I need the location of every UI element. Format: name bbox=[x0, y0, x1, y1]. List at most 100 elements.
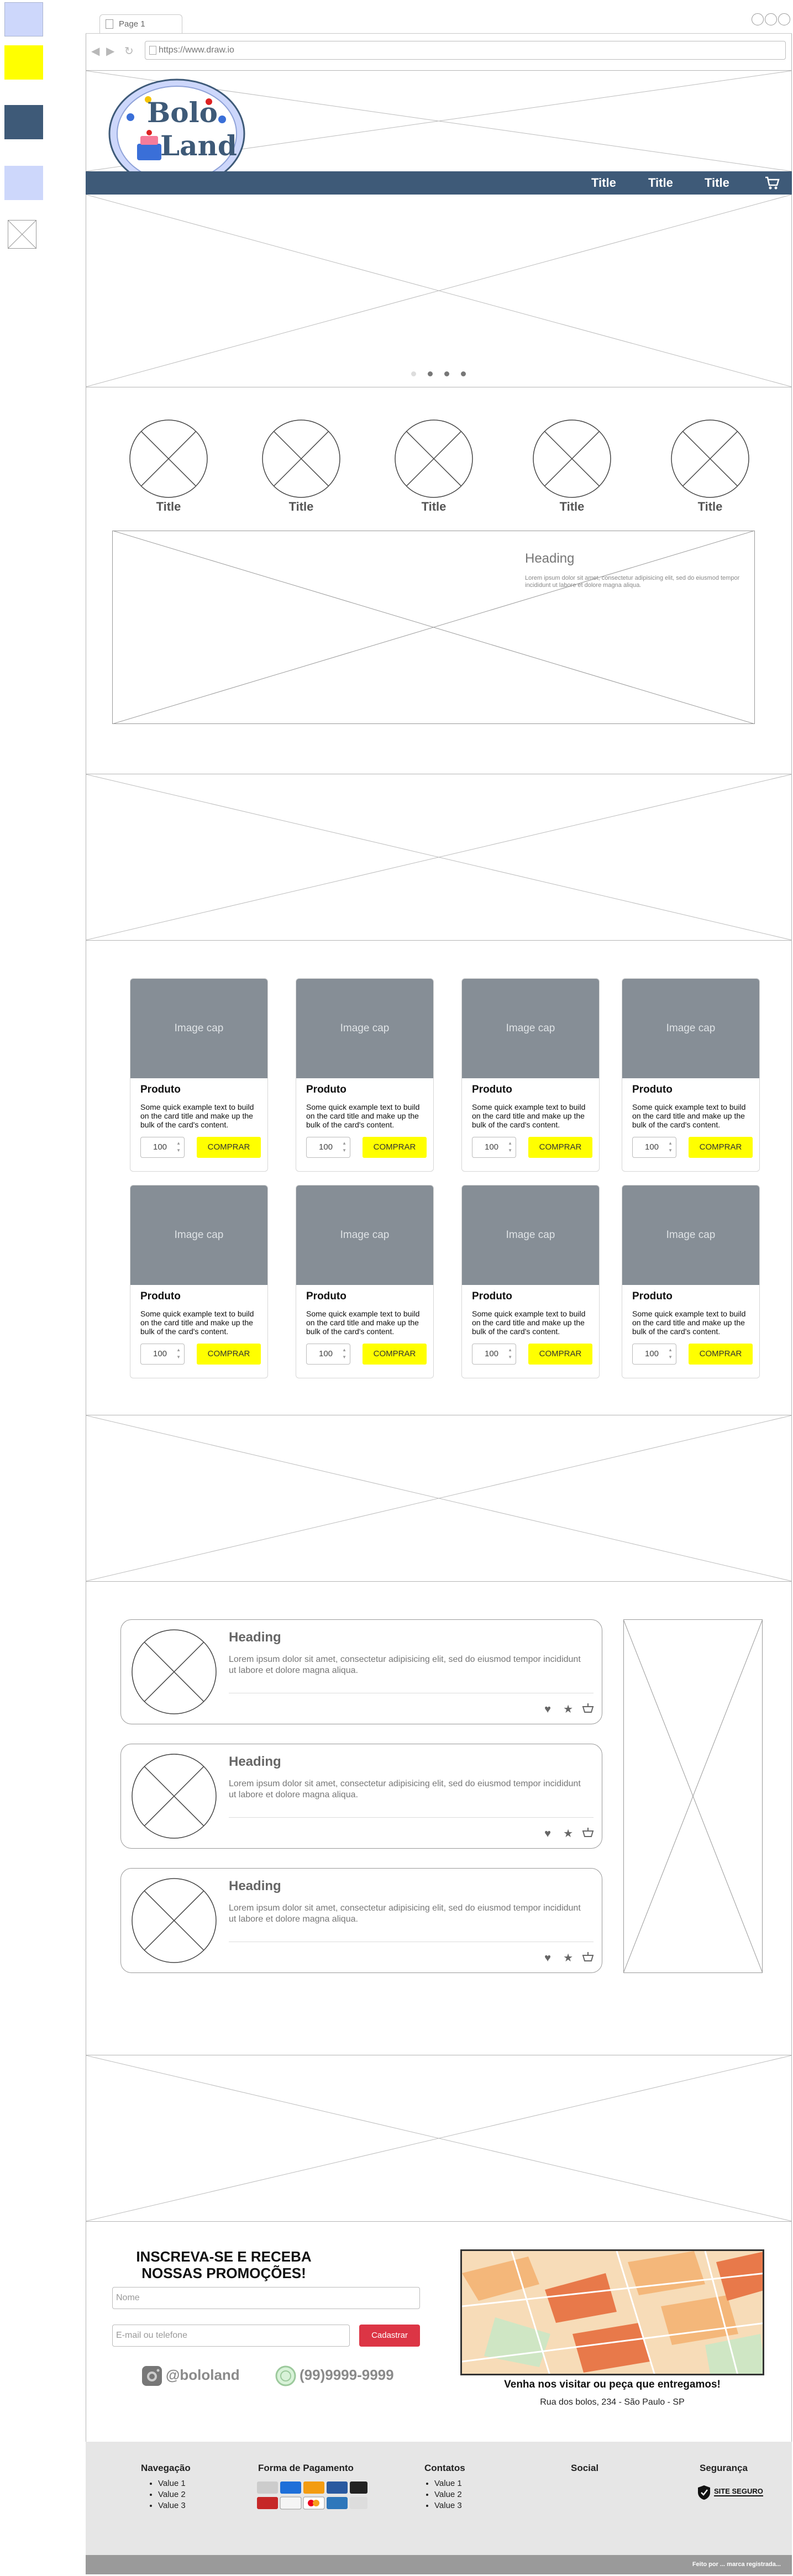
site-seguro-text: SITE SEGURO bbox=[714, 2487, 763, 2496]
footer-navegacao-list: Value 1 Value 2 Value 3 bbox=[147, 2478, 186, 2511]
cart-icon[interactable] bbox=[764, 176, 780, 193]
product-title: Produto bbox=[140, 1290, 181, 1302]
product-title: Produto bbox=[472, 1084, 512, 1095]
product-description: Some quick example text to build on the … bbox=[632, 1103, 746, 1129]
quantity-stepper[interactable]: 100 ▲ ▼ bbox=[632, 1137, 676, 1158]
nav-item-1[interactable]: Title bbox=[591, 176, 616, 190]
category-title-4[interactable]: Title bbox=[544, 500, 600, 514]
buy-button[interactable]: COMPRAR bbox=[363, 1137, 427, 1158]
carousel-dot-2[interactable] bbox=[428, 371, 433, 376]
name-input[interactable]: Nome bbox=[112, 2287, 420, 2309]
location-map[interactable] bbox=[460, 2249, 764, 2375]
stepper-arrows-icon[interactable]: ▲ ▼ bbox=[342, 1346, 346, 1361]
nav-item-2[interactable]: Title bbox=[648, 176, 673, 190]
quantity-value: 100 bbox=[645, 1349, 659, 1358]
stepper-arrows-icon[interactable]: ▲ ▼ bbox=[176, 1140, 181, 1154]
instagram-handle[interactable]: @bololand bbox=[166, 2367, 240, 2384]
category-title-5[interactable]: Title bbox=[682, 500, 738, 514]
star-icon[interactable]: ★ bbox=[563, 1827, 573, 1840]
basket-icon[interactable] bbox=[582, 1827, 594, 1840]
copyright-text: Feito por ... marca registrada... bbox=[692, 2561, 781, 2568]
carousel-dot-1[interactable] bbox=[411, 371, 416, 376]
back-arrow-icon[interactable]: ◀ bbox=[91, 44, 99, 58]
review-avatar-placeholder bbox=[131, 1753, 217, 1839]
quantity-stepper[interactable]: 100 ▲ ▼ bbox=[632, 1344, 676, 1365]
whatsapp-icon[interactable] bbox=[274, 2364, 297, 2390]
category-title-2[interactable]: Title bbox=[274, 500, 329, 514]
instagram-icon[interactable] bbox=[140, 2364, 164, 2390]
stepper-arrows-icon[interactable]: ▲ ▼ bbox=[342, 1140, 346, 1154]
category-image-2[interactable] bbox=[261, 419, 341, 499]
carousel-dot-4[interactable] bbox=[461, 371, 466, 376]
heart-icon[interactable]: ♥ bbox=[544, 1952, 551, 1965]
review-text: Lorem ipsum dolor sit amet, consectetur … bbox=[229, 1903, 581, 1924]
buy-button[interactable]: COMPRAR bbox=[363, 1344, 427, 1365]
quantity-stepper[interactable]: 100 ▲ ▼ bbox=[140, 1344, 185, 1365]
product-description: Some quick example text to build on the … bbox=[632, 1309, 746, 1336]
product-image[interactable]: Image cap bbox=[622, 979, 759, 1078]
category-image-4[interactable] bbox=[532, 419, 612, 499]
review-heading: Heading bbox=[229, 1630, 281, 1645]
product-image[interactable]: Image cap bbox=[622, 1185, 759, 1285]
stepper-arrows-icon[interactable]: ▲ ▼ bbox=[508, 1346, 512, 1361]
stepper-arrows-icon[interactable]: ▲ ▼ bbox=[668, 1346, 673, 1361]
buy-button[interactable]: COMPRAR bbox=[528, 1137, 592, 1158]
footer-link[interactable]: Value 1 bbox=[158, 2478, 186, 2489]
quantity-stepper[interactable]: 100 ▲ ▼ bbox=[306, 1344, 350, 1365]
footer-contatos-title: Contatos bbox=[424, 2463, 465, 2473]
footer-link[interactable]: Value 1 bbox=[434, 2478, 462, 2489]
swatch-yellow bbox=[4, 45, 43, 80]
basket-icon[interactable] bbox=[582, 1702, 594, 1716]
subscribe-button[interactable]: Cadastrar bbox=[359, 2325, 420, 2347]
quantity-stepper[interactable]: 100 ▲ ▼ bbox=[306, 1137, 350, 1158]
tab-page-1[interactable]: Page 1 bbox=[99, 14, 182, 33]
buy-button[interactable]: COMPRAR bbox=[689, 1137, 753, 1158]
stepper-arrows-icon[interactable]: ▲ ▼ bbox=[668, 1140, 673, 1154]
product-image[interactable]: Image cap bbox=[130, 1185, 267, 1285]
buy-button[interactable]: COMPRAR bbox=[197, 1344, 261, 1365]
carousel-dot-3[interactable] bbox=[444, 371, 449, 376]
heart-icon[interactable]: ♥ bbox=[544, 1703, 551, 1716]
footer-link[interactable]: Value 2 bbox=[158, 2489, 186, 2500]
nav-item-3[interactable]: Title bbox=[705, 176, 729, 190]
footer-link[interactable]: Value 3 bbox=[158, 2500, 186, 2511]
banner-placeholder-3 bbox=[86, 2055, 792, 2221]
swatch-dark-blue bbox=[4, 105, 43, 139]
forward-arrow-icon[interactable]: ▶ bbox=[106, 44, 114, 58]
window-control-3[interactable] bbox=[778, 13, 790, 25]
reload-icon[interactable]: ↻ bbox=[124, 44, 134, 58]
footer-link[interactable]: Value 3 bbox=[434, 2500, 462, 2511]
heart-icon[interactable]: ♥ bbox=[544, 1828, 551, 1840]
category-image-1[interactable] bbox=[129, 419, 208, 499]
product-title: Produto bbox=[632, 1290, 673, 1302]
stepper-arrows-icon[interactable]: ▲ ▼ bbox=[508, 1140, 512, 1154]
category-image-5[interactable] bbox=[670, 419, 750, 499]
quantity-stepper[interactable]: 100 ▲ ▼ bbox=[472, 1344, 516, 1365]
star-icon[interactable]: ★ bbox=[563, 1951, 573, 1965]
category-image-3[interactable] bbox=[394, 419, 474, 499]
visit-title: Venha nos visitar ou peça que entregamos… bbox=[504, 2379, 721, 2390]
address-bar[interactable]: https://www.draw.io bbox=[145, 41, 786, 60]
product-image[interactable]: Image cap bbox=[296, 979, 433, 1078]
product-image[interactable]: Image cap bbox=[296, 1185, 433, 1285]
stepper-arrows-icon[interactable]: ▲ ▼ bbox=[176, 1346, 181, 1361]
product-image[interactable]: Image cap bbox=[462, 1185, 599, 1285]
buy-button[interactable]: COMPRAR bbox=[197, 1137, 261, 1158]
star-icon[interactable]: ★ bbox=[563, 1702, 573, 1716]
basket-icon[interactable] bbox=[582, 1951, 594, 1965]
window-control-2[interactable] bbox=[765, 13, 777, 25]
quantity-stepper[interactable]: 100 ▲ ▼ bbox=[140, 1137, 185, 1158]
category-title-3[interactable]: Title bbox=[406, 500, 461, 514]
product-card: Image cap Produto Some quick example text … bbox=[296, 978, 434, 1172]
category-title-1[interactable]: Title bbox=[141, 500, 196, 514]
feature-heading: Heading bbox=[525, 551, 575, 566]
buy-button[interactable]: COMPRAR bbox=[528, 1344, 592, 1365]
footer-link[interactable]: Value 2 bbox=[434, 2489, 462, 2500]
contact-input[interactable]: E-mail ou telefone bbox=[112, 2325, 350, 2347]
whatsapp-number[interactable]: (99)9999-9999 bbox=[300, 2367, 394, 2384]
quantity-stepper[interactable]: 100 ▲ ▼ bbox=[472, 1137, 516, 1158]
product-image[interactable]: Image cap bbox=[130, 979, 267, 1078]
window-control-1[interactable] bbox=[752, 13, 764, 25]
buy-button[interactable]: COMPRAR bbox=[689, 1344, 753, 1365]
product-image[interactable]: Image cap bbox=[462, 979, 599, 1078]
